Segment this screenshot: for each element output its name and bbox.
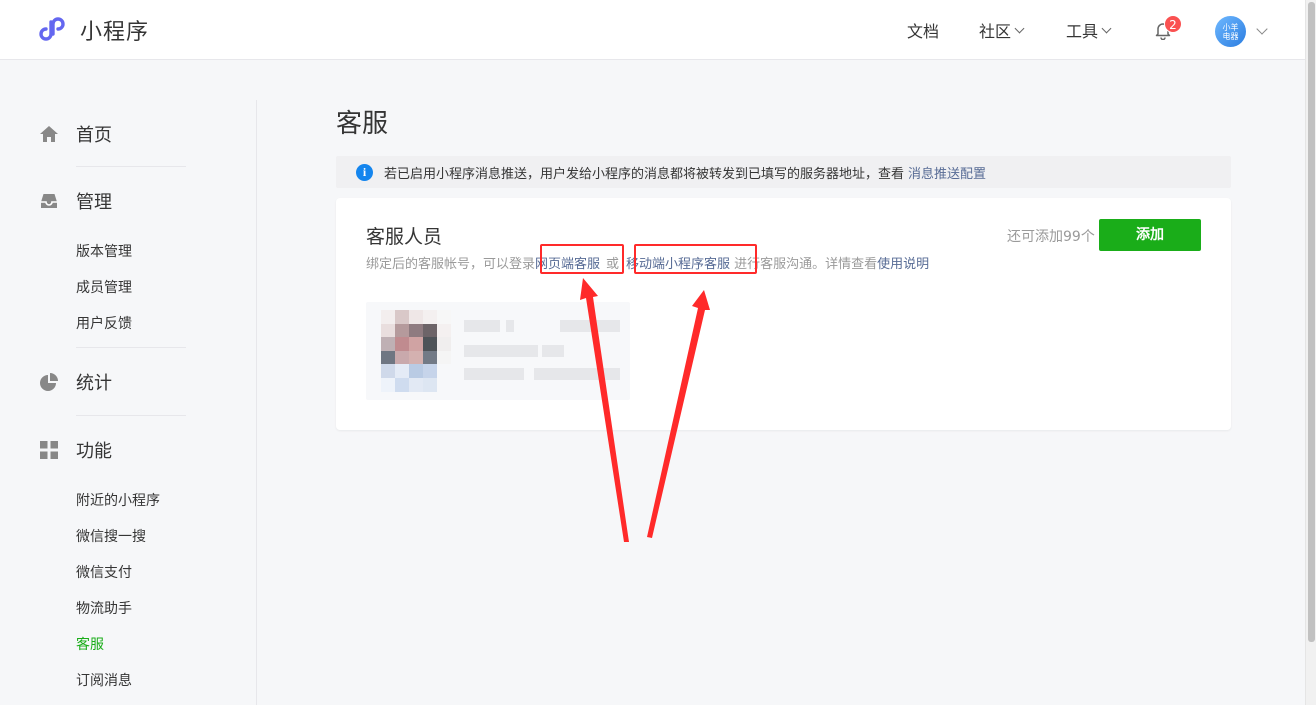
- member-info-blur: [464, 345, 538, 357]
- sidebar-divider: [76, 347, 186, 348]
- sidebar-item-label: 功能: [76, 441, 112, 462]
- member-name-blur: [506, 320, 514, 332]
- sidebar-divider: [76, 415, 186, 416]
- member-info-blur: [534, 368, 620, 380]
- card-title: 客服人员: [366, 226, 443, 248]
- sidebar-item-features[interactable]: 功能: [38, 437, 112, 463]
- nav-tools-label: 工具: [1066, 22, 1099, 41]
- user-avatar[interactable]: 小羊 电器: [1215, 16, 1246, 47]
- sidebar-subitem-search[interactable]: 微信搜一搜: [76, 526, 146, 546]
- sidebar: 首页 管理 版本管理 成员管理 用户反馈 统计 功能 附近的小程序 微信搜一搜 …: [0, 100, 257, 705]
- page-title: 客服: [336, 109, 389, 139]
- highlight-mobile-service: [634, 244, 757, 274]
- usage-guide-link[interactable]: 使用说明: [877, 257, 929, 272]
- sidebar-subitem-customer-service[interactable]: 客服: [76, 634, 104, 654]
- member-name-blur: [464, 320, 500, 332]
- sidebar-subitem-version[interactable]: 版本管理: [76, 241, 132, 261]
- message-push-config-link[interactable]: 消息推送配置: [908, 163, 986, 182]
- info-icon: i: [356, 163, 373, 181]
- sidebar-subitem-logistics[interactable]: 物流助手: [76, 598, 132, 618]
- avatar-text-line1: 小羊: [1222, 23, 1239, 32]
- top-header: 小程序 文档 社区 工具 2 小羊 电器: [0, 0, 1305, 60]
- nav-docs-label: 文档: [907, 22, 940, 41]
- vertical-scrollbar[interactable]: [1305, 0, 1316, 705]
- home-icon: [40, 126, 58, 142]
- notice-text: 若已启用小程序消息推送，用户发给小程序的消息都将被转发到已填写的服务器地址，查看: [384, 166, 905, 182]
- sidebar-item-label: 首页: [76, 125, 112, 146]
- notification-badge: 2: [1164, 15, 1182, 33]
- sidebar-item-label: 统计: [76, 373, 112, 394]
- customer-service-card: 客服人员 绑定后的客服帐号，可以登录网页端客服或移动端小程序客服 进行客服沟通。详…: [336, 198, 1231, 430]
- app-title: 小程序: [80, 20, 150, 45]
- nav-tools[interactable]: 工具: [1066, 0, 1112, 60]
- chevron-down-icon: [1014, 23, 1025, 33]
- scrollbar-thumb[interactable]: [1308, 2, 1315, 642]
- nav-docs[interactable]: 文档: [907, 0, 939, 60]
- remaining-count: 还可添加99个: [1007, 229, 1095, 245]
- sidebar-item-label: 管理: [76, 192, 112, 213]
- inbox-icon: [41, 194, 57, 208]
- desc-prefix: 绑定后的客服帐号，可以登录: [366, 257, 536, 272]
- sidebar-item-stats[interactable]: 统计: [38, 369, 112, 395]
- member-id-blur: [560, 320, 620, 332]
- sidebar-divider: [76, 166, 186, 167]
- account-chevron-down-icon[interactable]: [1256, 23, 1268, 35]
- sidebar-subitem-subscribe[interactable]: 订阅消息: [76, 670, 132, 690]
- info-notice: i 若已启用小程序消息推送，用户发给小程序的消息都将被转发到已填写的服务器地址，…: [336, 156, 1231, 188]
- member-avatar: [381, 310, 451, 392]
- nav-community-label: 社区: [979, 22, 1012, 41]
- logo[interactable]: 小程序: [39, 14, 149, 46]
- nav-community[interactable]: 社区: [979, 0, 1025, 60]
- sidebar-item-home[interactable]: 首页: [38, 121, 112, 147]
- chevron-down-icon: [1101, 23, 1112, 33]
- add-button[interactable]: 添加: [1099, 219, 1201, 251]
- sidebar-subitem-members[interactable]: 成员管理: [76, 277, 132, 297]
- sidebar-item-manage[interactable]: 管理: [38, 188, 112, 214]
- member-info-blur: [542, 345, 564, 357]
- grid-icon: [40, 441, 58, 459]
- member-info-blur: [464, 368, 524, 380]
- member-entry[interactable]: [366, 302, 630, 400]
- sidebar-subitem-nearby[interactable]: 附近的小程序: [76, 490, 160, 510]
- sidebar-subitem-feedback[interactable]: 用户反馈: [76, 313, 132, 333]
- pie-chart-icon: [40, 373, 58, 391]
- sidebar-subitem-pay[interactable]: 微信支付: [76, 562, 132, 582]
- avatar-text-line2: 电器: [1222, 32, 1239, 41]
- highlight-web-service: [540, 244, 624, 274]
- miniprogram-logo-icon: [39, 17, 65, 41]
